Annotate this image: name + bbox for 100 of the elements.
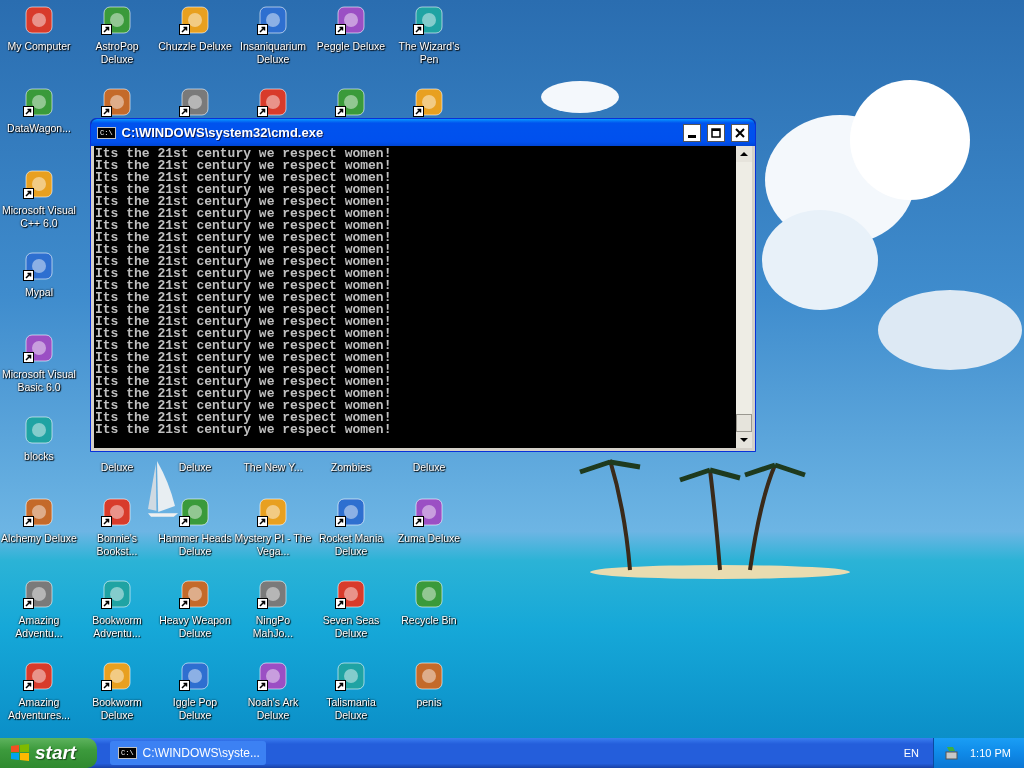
app-icon[interactable] — [23, 660, 55, 692]
minimize-button[interactable] — [683, 123, 701, 142]
app-icon[interactable] — [23, 86, 55, 118]
icon-label[interactable]: Rocket Mania Deluxe — [312, 532, 390, 558]
icon-label[interactable]: Chuzzle Deluxe — [156, 40, 234, 53]
console-line: Its the 21st century we respect women! — [95, 412, 393, 424]
app-icon[interactable] — [179, 660, 211, 692]
app-icon[interactable] — [23, 578, 55, 610]
minimize-icon — [688, 134, 696, 138]
app-icon[interactable] — [101, 496, 133, 528]
icon-label[interactable]: Recycle Bin — [390, 614, 468, 627]
app-icon[interactable] — [101, 86, 133, 118]
app-icon[interactable] — [335, 660, 367, 692]
console-line: Its the 21st century we respect women! — [95, 376, 393, 388]
console-line: Its the 21st century we respect women! — [95, 184, 393, 196]
icon-label[interactable]: Bonnie's Bookst... — [78, 532, 156, 558]
app-icon[interactable] — [179, 86, 211, 118]
icon-label[interactable]: Alchemy Deluxe — [0, 532, 78, 545]
console-line: Its the 21st century we respect women! — [95, 292, 393, 304]
app-icon[interactable] — [413, 4, 445, 36]
console-line: Its the 21st century we respect women! — [95, 364, 393, 376]
icon-label[interactable]: Microsoft Visual C++ 6.0 — [0, 204, 78, 230]
icon-label[interactable]: Deluxe — [78, 461, 156, 474]
icon-label[interactable]: Iggle Pop Deluxe — [156, 696, 234, 722]
scrollbar[interactable] — [736, 146, 752, 448]
language-indicator[interactable]: EN — [903, 744, 919, 762]
app-icon[interactable] — [257, 86, 289, 118]
app-icon[interactable] — [413, 496, 445, 528]
console-line: Its the 21st century we respect women! — [95, 196, 393, 208]
console-line: Its the 21st century we respect women! — [95, 256, 393, 268]
icon-label[interactable]: Mystery PI - The Vega... — [234, 532, 312, 558]
network-icon[interactable] — [944, 745, 960, 761]
app-icon[interactable] — [335, 86, 367, 118]
icon-label[interactable]: Noah's Ark Deluxe — [234, 696, 312, 722]
console-line: Its the 21st century we respect women! — [95, 316, 393, 328]
console-line: Its the 21st century we respect women! — [95, 208, 393, 220]
app-icon[interactable] — [257, 660, 289, 692]
app-icon[interactable] — [179, 4, 211, 36]
icon-label[interactable]: Deluxe — [390, 461, 468, 474]
icon-label[interactable]: Bookworm Deluxe — [78, 696, 156, 722]
console-line: Its the 21st century we respect women! — [95, 268, 393, 280]
icon-label[interactable]: The Wizard's Pen — [390, 40, 468, 66]
app-icon[interactable] — [335, 496, 367, 528]
icon-label[interactable]: Peggle Deluxe — [312, 40, 390, 53]
app-icon[interactable] — [23, 250, 55, 282]
app-icon[interactable] — [335, 578, 367, 610]
console-line: Its the 21st century we respect women! — [95, 244, 393, 256]
icon-label[interactable]: Amazing Adventures... — [0, 696, 78, 722]
icon-label[interactable]: My Computer — [0, 40, 78, 53]
console-line: Its the 21st century we respect women! — [95, 280, 393, 292]
scroll-up-icon[interactable] — [736, 146, 752, 162]
app-icon[interactable] — [257, 578, 289, 610]
app-icon[interactable] — [23, 496, 55, 528]
scroll-down-icon[interactable] — [736, 432, 752, 448]
app-icon[interactable] — [23, 168, 55, 200]
window-title: C:\WINDOWS\system32\cmd.exe — [121, 123, 325, 142]
scrollbar-thumb[interactable] — [736, 414, 752, 432]
console-line: Its the 21st century we respect women! — [95, 424, 393, 436]
console-line: Its the 21st century we respect women! — [95, 340, 393, 352]
icon-label[interactable]: blocks — [0, 450, 78, 463]
icon-label[interactable]: penis — [390, 696, 468, 709]
console-line: Its the 21st century we respect women! — [95, 400, 393, 412]
maximize-button[interactable] — [707, 123, 725, 142]
icon-label[interactable]: Bookworm Adventu... — [78, 614, 156, 640]
app-icon[interactable] — [179, 496, 211, 528]
app-icon[interactable] — [101, 578, 133, 610]
app-icon[interactable] — [101, 660, 133, 692]
app-icon[interactable] — [179, 578, 211, 610]
close-button[interactable] — [731, 123, 749, 142]
icon-label[interactable]: Hammer Heads Deluxe — [156, 532, 234, 558]
clock: 1:10 PM — [970, 745, 1011, 761]
icon-label[interactable]: Zombies — [312, 461, 390, 474]
console-line: Its the 21st century we respect women! — [95, 220, 393, 232]
console-line: Its the 21st century we respect women! — [95, 148, 393, 160]
console-line: Its the 21st century we respect women! — [95, 352, 393, 364]
app-icon[interactable] — [257, 4, 289, 36]
console-line: Its the 21st century we respect women! — [95, 232, 393, 244]
windows-logo-icon — [10, 743, 30, 763]
icon-label[interactable]: The New Y... — [234, 461, 312, 474]
icon-label[interactable]: Deluxe — [156, 461, 234, 474]
icon-label[interactable]: Talismania Deluxe — [312, 696, 390, 722]
app-icon[interactable] — [257, 496, 289, 528]
app-icon[interactable] — [101, 4, 133, 36]
console-line: Its the 21st century we respect women! — [95, 328, 393, 340]
icon-label[interactable]: Amazing Adventu... — [0, 614, 78, 640]
icon-label[interactable]: Microsoft Visual Basic 6.0 — [0, 368, 78, 394]
icon-label[interactable]: Mypal — [0, 286, 78, 299]
icon-label[interactable]: NingPo MahJo... — [234, 614, 312, 640]
icon-label[interactable]: Seven Seas Deluxe — [312, 614, 390, 640]
icon-label[interactable]: Heavy Weapon Deluxe — [156, 614, 234, 640]
app-icon[interactable] — [23, 332, 55, 364]
console-line: Its the 21st century we respect women! — [95, 160, 393, 172]
app-icon[interactable] — [413, 86, 445, 118]
icon-label[interactable]: Insaniquarium Deluxe — [234, 40, 312, 66]
icon-label[interactable]: Zuma Deluxe — [390, 532, 468, 545]
start-button[interactable]: start — [0, 738, 97, 768]
console-line: Its the 21st century we respect women! — [95, 388, 393, 400]
icon-label[interactable]: DataWagon... — [0, 122, 78, 135]
app-icon[interactable] — [335, 4, 367, 36]
icon-label[interactable]: AstroPop Deluxe — [78, 40, 156, 66]
